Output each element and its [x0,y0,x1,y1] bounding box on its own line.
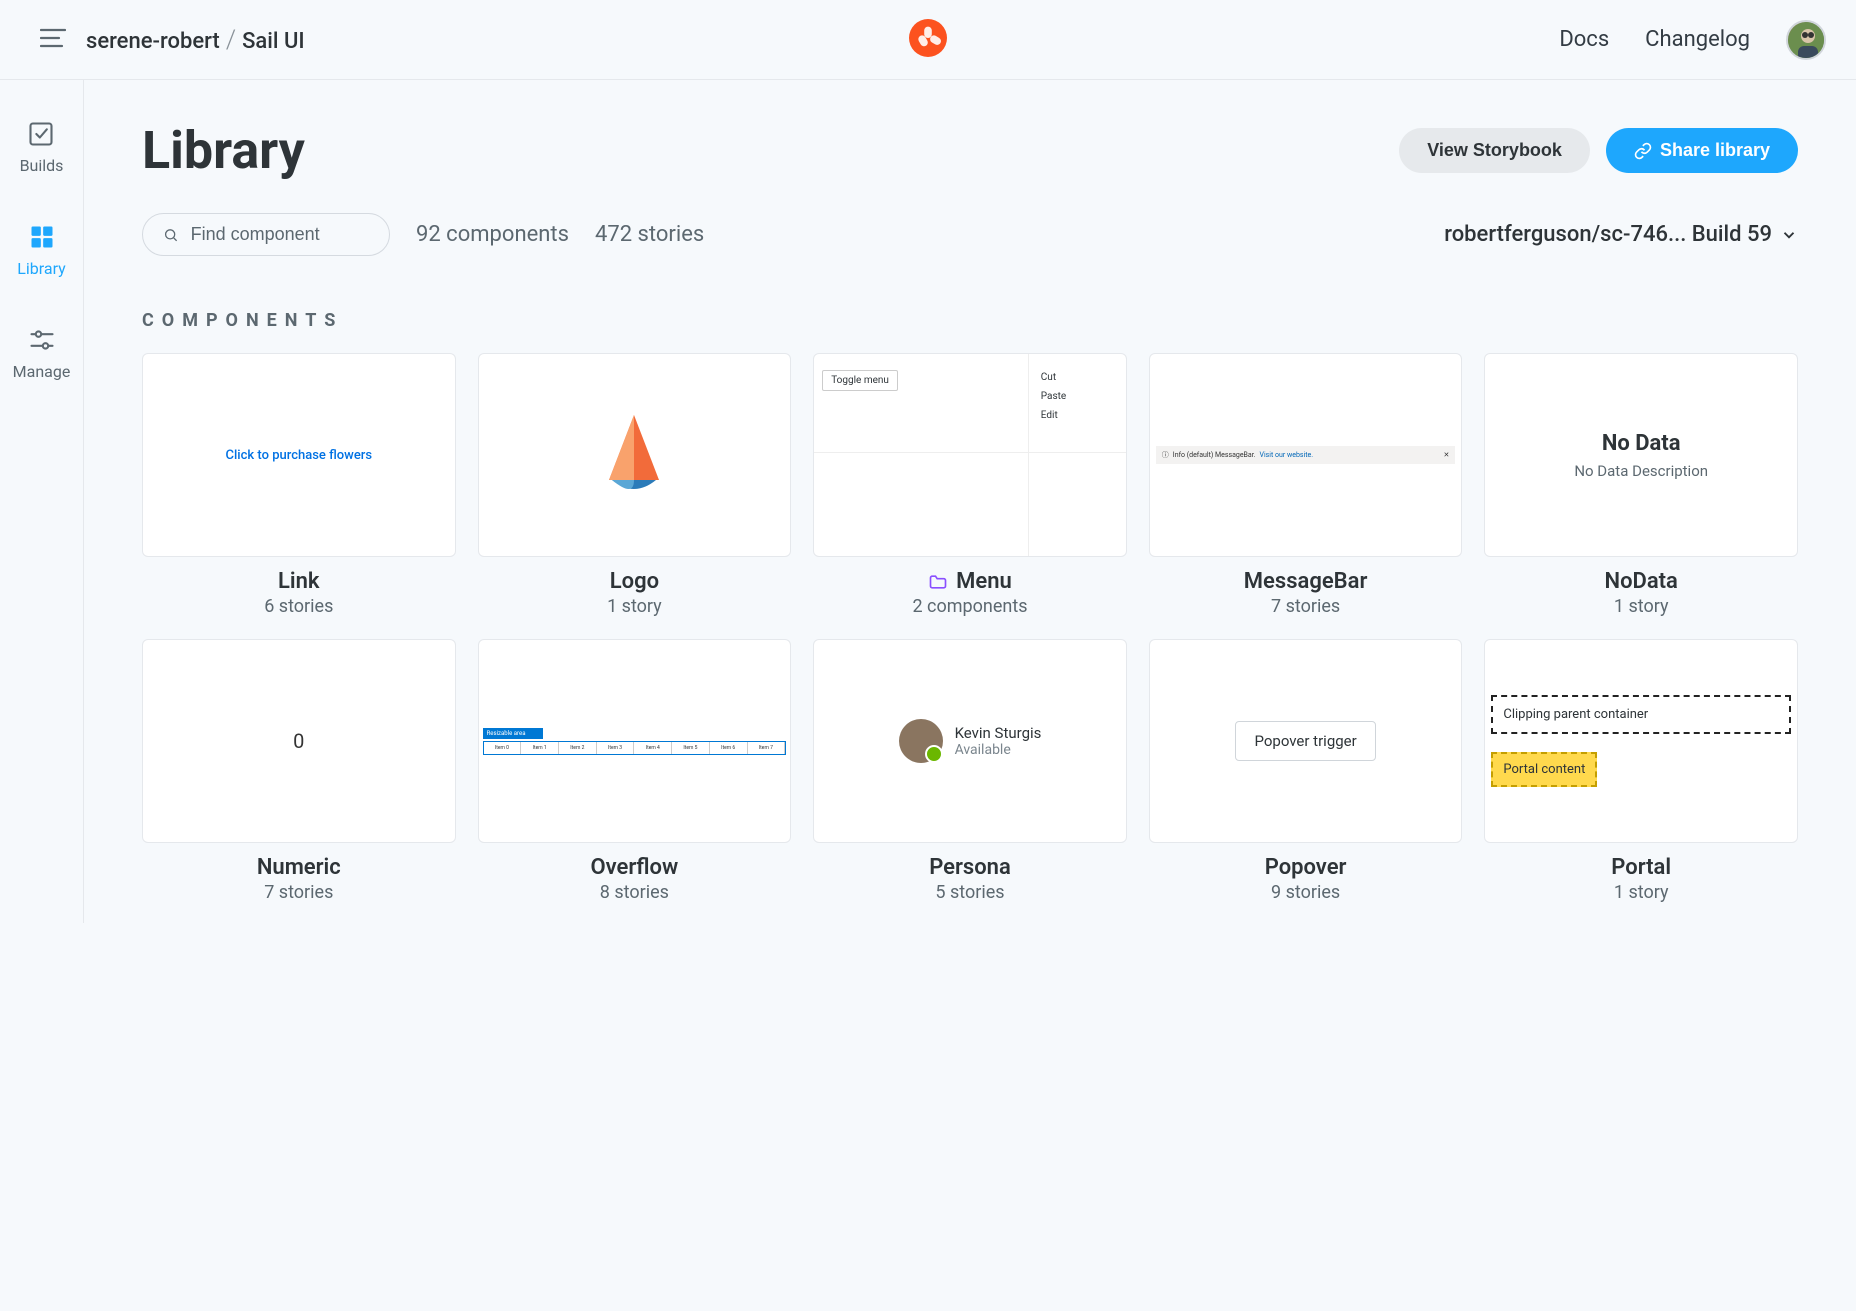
component-thumb: Click to purchase flowers [142,353,456,557]
component-sub: 8 stories [478,882,792,903]
component-card-overflow[interactable]: Resizable area Item 0 Item 1 Item 2 Item… [478,639,792,903]
preview-link-text: Click to purchase flowers [226,448,373,463]
branch-selector[interactable]: robertferguson/sc-746... Build 59 [1444,222,1798,247]
preview-numeric-value: 0 [293,729,304,753]
component-sub: 2 components [813,596,1127,617]
components-grid: Click to purchase flowers Link 6 stories… [142,353,1798,903]
changelog-link[interactable]: Changelog [1645,27,1750,52]
search-input[interactable] [191,224,369,245]
preview-persona-avatar [899,719,943,763]
component-thumb: 0 [142,639,456,843]
sidebar: Builds Library Manage [0,80,84,923]
preview-menu-item: Cut [1041,368,1114,387]
info-icon: ⓘ [1162,450,1169,460]
component-name: Persona [813,855,1127,880]
component-card-portal[interactable]: Clipping parent container Portal content… [1484,639,1798,903]
preview-portal-top: Clipping parent container [1491,695,1791,734]
component-thumb [478,353,792,557]
sidebar-label: Library [17,259,65,278]
branch-label: robertferguson/sc-746... Build 59 [1444,222,1772,247]
component-sub: 7 stories [142,882,456,903]
preview-menu-item: Edit [1041,406,1114,425]
component-name: Numeric [142,855,456,880]
component-thumb: Resizable area Item 0 Item 1 Item 2 Item… [478,639,792,843]
preview-portal-bottom: Portal content [1491,752,1597,787]
component-sub: 5 stories [813,882,1127,903]
search-icon [163,226,179,244]
component-thumb: ⓘ Info (default) MessageBar. Visit our w… [1149,353,1463,557]
preview-popover-button: Popover trigger [1235,721,1375,761]
view-storybook-button[interactable]: View Storybook [1399,128,1590,173]
component-card-logo[interactable]: Logo 1 story [478,353,792,617]
component-card-menu[interactable]: Toggle menu Cut Paste Edit Menu 2 compon… [813,353,1127,617]
preview-msgbar-link: Visit our website. [1260,451,1314,459]
component-card-popover[interactable]: Popover trigger Popover 9 stories [1149,639,1463,903]
sidebar-label: Manage [13,362,71,381]
brand-logo[interactable] [909,19,947,61]
component-name: Portal [1484,855,1798,880]
component-card-persona[interactable]: Kevin Sturgis Available Persona 5 storie… [813,639,1127,903]
chevron-down-icon [1780,226,1798,244]
component-sub: 9 stories [1149,882,1463,903]
sidebar-item-manage[interactable]: Manage [13,326,71,381]
logo-preview-icon [604,410,664,500]
component-name: Popover [1149,855,1463,880]
page-title: Library [142,120,305,181]
component-name: Logo [478,569,792,594]
share-library-label: Share library [1660,140,1770,161]
header-left: serene-robert/Sail UI [40,25,305,55]
component-thumb: Clipping parent container Portal content [1484,639,1798,843]
component-name: Link [142,569,456,594]
breadcrumb-owner: serene-robert [86,29,220,54]
header-right: Docs Changelog [1559,20,1826,60]
component-sub: 1 story [1484,882,1798,903]
sidebar-item-builds[interactable]: Builds [20,120,64,175]
top-header: serene-robert/Sail UI Docs Changelog [0,0,1856,80]
component-sub: 1 story [1484,596,1798,617]
sidebar-label: Builds [20,156,64,175]
search-box[interactable] [142,213,390,256]
component-sub: 6 stories [142,596,456,617]
close-icon: ✕ [1444,451,1450,459]
preview-overflow-heading: Resizable area [483,728,543,739]
preview-persona-status: Available [955,742,1042,758]
preview-nodata-desc: No Data Description [1574,462,1708,480]
page-actions: View Storybook Share library [1399,128,1798,173]
link-icon [1634,142,1652,160]
page-header: Library View Storybook Share library [142,120,1798,181]
component-name: NoData [1484,569,1798,594]
preview-menu-item: Paste [1041,387,1114,406]
component-name: Menu [813,569,1127,594]
menu-icon[interactable] [40,27,66,53]
toolbar: 92 components 472 stories robertferguson… [142,213,1798,256]
component-thumb: Popover trigger [1149,639,1463,843]
component-card-messagebar[interactable]: ⓘ Info (default) MessageBar. Visit our w… [1149,353,1463,617]
component-name: Overflow [478,855,792,880]
folder-icon [928,572,948,592]
breadcrumb-project: Sail UI [242,29,305,54]
preview-nodata-title: No Data [1574,431,1708,456]
share-library-button[interactable]: Share library [1606,128,1798,173]
preview-toggle-menu: Toggle menu [822,370,898,391]
component-name: MessageBar [1149,569,1463,594]
main-content: Library View Storybook Share library 92 … [84,80,1856,923]
breadcrumb-separator: / [226,25,236,55]
component-card-numeric[interactable]: 0 Numeric 7 stories [142,639,456,903]
components-count: 92 components [416,222,569,247]
component-sub: 1 story [478,596,792,617]
component-thumb: Kevin Sturgis Available [813,639,1127,843]
preview-msgbar-text: Info (default) MessageBar. [1173,451,1256,459]
component-thumb: Toggle menu Cut Paste Edit [813,353,1127,557]
component-thumb: No Data No Data Description [1484,353,1798,557]
breadcrumb[interactable]: serene-robert/Sail UI [86,25,305,55]
section-heading: COMPONENTS [142,310,1798,331]
component-card-nodata[interactable]: No Data No Data Description NoData 1 sto… [1484,353,1798,617]
avatar[interactable] [1786,20,1826,60]
component-sub: 7 stories [1149,596,1463,617]
sidebar-item-library[interactable]: Library [17,223,65,278]
docs-link[interactable]: Docs [1559,27,1609,52]
stories-count: 472 stories [595,222,704,247]
component-card-link[interactable]: Click to purchase flowers Link 6 stories [142,353,456,617]
preview-persona-name: Kevin Sturgis [955,724,1042,742]
